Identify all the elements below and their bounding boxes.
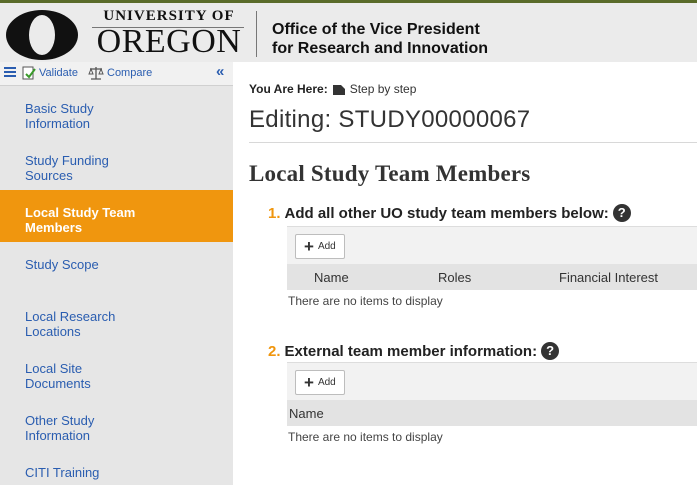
office-title[interactable]: Office of the Vice President for Researc… (272, 20, 488, 58)
oregon-text: OREGON (96, 23, 242, 60)
sidebar-item-study-scope[interactable]: Study Scope (0, 242, 233, 294)
question-2: 2. External team member information: ? (268, 342, 560, 360)
column-header-name[interactable]: Name (314, 270, 349, 285)
nav-label-line1: Study Funding (25, 153, 109, 168)
page-icon (332, 84, 345, 95)
uo-logo-icon[interactable] (4, 9, 80, 61)
nav-label-line2: Locations (25, 324, 81, 339)
sidebar-item-basic-study-information[interactable]: Basic Study Information (0, 86, 233, 138)
sidebar-item-local-site-documents[interactable]: Local Site Documents (0, 346, 233, 398)
header-divider (256, 11, 257, 57)
help-icon[interactable]: ? (612, 204, 631, 222)
sidebar-item-local-research-locations[interactable]: Local Research Locations (0, 294, 233, 346)
grid-header: Name (287, 400, 697, 426)
university-of-text: UNIVERSITY OF (103, 8, 235, 24)
add-team-member-button[interactable]: + Add (295, 234, 345, 259)
plus-icon: + (304, 373, 314, 392)
menu-icon[interactable] (3, 65, 17, 79)
sidebar-item-study-funding-sources[interactable]: Study Funding Sources (0, 138, 233, 190)
page-title: Editing: STUDY00000067 (249, 106, 531, 133)
compare-label: Compare (107, 67, 153, 79)
column-header-financial-interest[interactable]: Financial Interest (559, 270, 658, 285)
grid-toolbar: + Add (287, 362, 697, 400)
sidebar-item-local-study-team-members[interactable]: Local Study Team Members (0, 190, 233, 242)
nav-label-line2: Information (25, 116, 91, 131)
question-1: 1. Add all other UO study team members b… (268, 204, 631, 222)
breadcrumb-step-link[interactable]: Step by step (350, 82, 417, 96)
question-number: 2. (268, 342, 281, 360)
plus-icon: + (304, 237, 314, 256)
validate-button[interactable]: Validate (22, 66, 78, 80)
question-text: Add all other UO study team members belo… (284, 204, 609, 222)
compare-icon (88, 67, 104, 80)
question-text: External team member information: (284, 342, 538, 360)
add-label: Add (317, 241, 336, 252)
nav-label-line2: Members (25, 220, 83, 235)
add-label: Add (317, 377, 336, 388)
collapse-sidebar-icon[interactable]: « (216, 63, 224, 80)
grid-header: Name Roles Financial Interest (287, 264, 697, 290)
section-title: Local Study Team Members (249, 161, 531, 186)
nav-label-line1: Local Research (25, 309, 116, 324)
university-wordmark[interactable]: UNIVERSITY OF OREGON (93, 8, 245, 60)
column-header-roles[interactable]: Roles (438, 270, 471, 285)
breadcrumb: You Are Here: Step by step (249, 82, 416, 96)
help-icon[interactable]: ? (541, 342, 560, 360)
validate-label: Validate (39, 67, 78, 79)
nav-label-line1: Other Study (25, 413, 95, 428)
sidebar-item-citi-training[interactable]: CITI Training (0, 450, 233, 485)
sidebar-item-other-study-information[interactable]: Other Study Information (0, 398, 233, 450)
compare-button[interactable]: Compare (88, 66, 152, 80)
question-number: 1. (268, 204, 281, 222)
nav-label-line2: Sources (25, 168, 73, 183)
nav-label-line1: Study Scope (25, 257, 99, 272)
office-line-1: Office of the Vice President (272, 21, 480, 38)
office-line-2: for Research and Innovation (272, 40, 489, 57)
external-members-grid: + Add Name There are no items to display (287, 362, 697, 444)
step-nav-list: Basic Study Information Study Funding So… (0, 86, 233, 485)
empty-message: There are no items to display (288, 430, 443, 444)
empty-message: There are no items to display (288, 294, 443, 308)
nav-label-line1: CITI Training (25, 465, 100, 480)
validate-icon (22, 66, 36, 80)
nav-label-line2: Information (25, 428, 91, 443)
step-sidebar: Validate Compare « Basic Study Informati… (0, 62, 233, 485)
add-external-member-button[interactable]: + Add (295, 370, 345, 395)
team-members-grid: + Add Name Roles Financial Interest Ther… (287, 226, 697, 308)
wordmark-rule (92, 27, 244, 28)
site-header: UNIVERSITY OF OREGON Office of the Vice … (0, 0, 697, 62)
column-header-name[interactable]: Name (289, 406, 324, 421)
sidebar-toolbar: Validate Compare « (0, 62, 233, 86)
nav-label-line1: Basic Study (25, 101, 94, 116)
title-divider (249, 142, 697, 143)
breadcrumb-label: You Are Here: (249, 82, 328, 96)
nav-label-line1: Local Study Team (25, 205, 136, 220)
nav-label-line2: Documents (25, 376, 91, 391)
grid-toolbar: + Add (287, 226, 697, 264)
nav-label-line1: Local Site (25, 361, 83, 376)
